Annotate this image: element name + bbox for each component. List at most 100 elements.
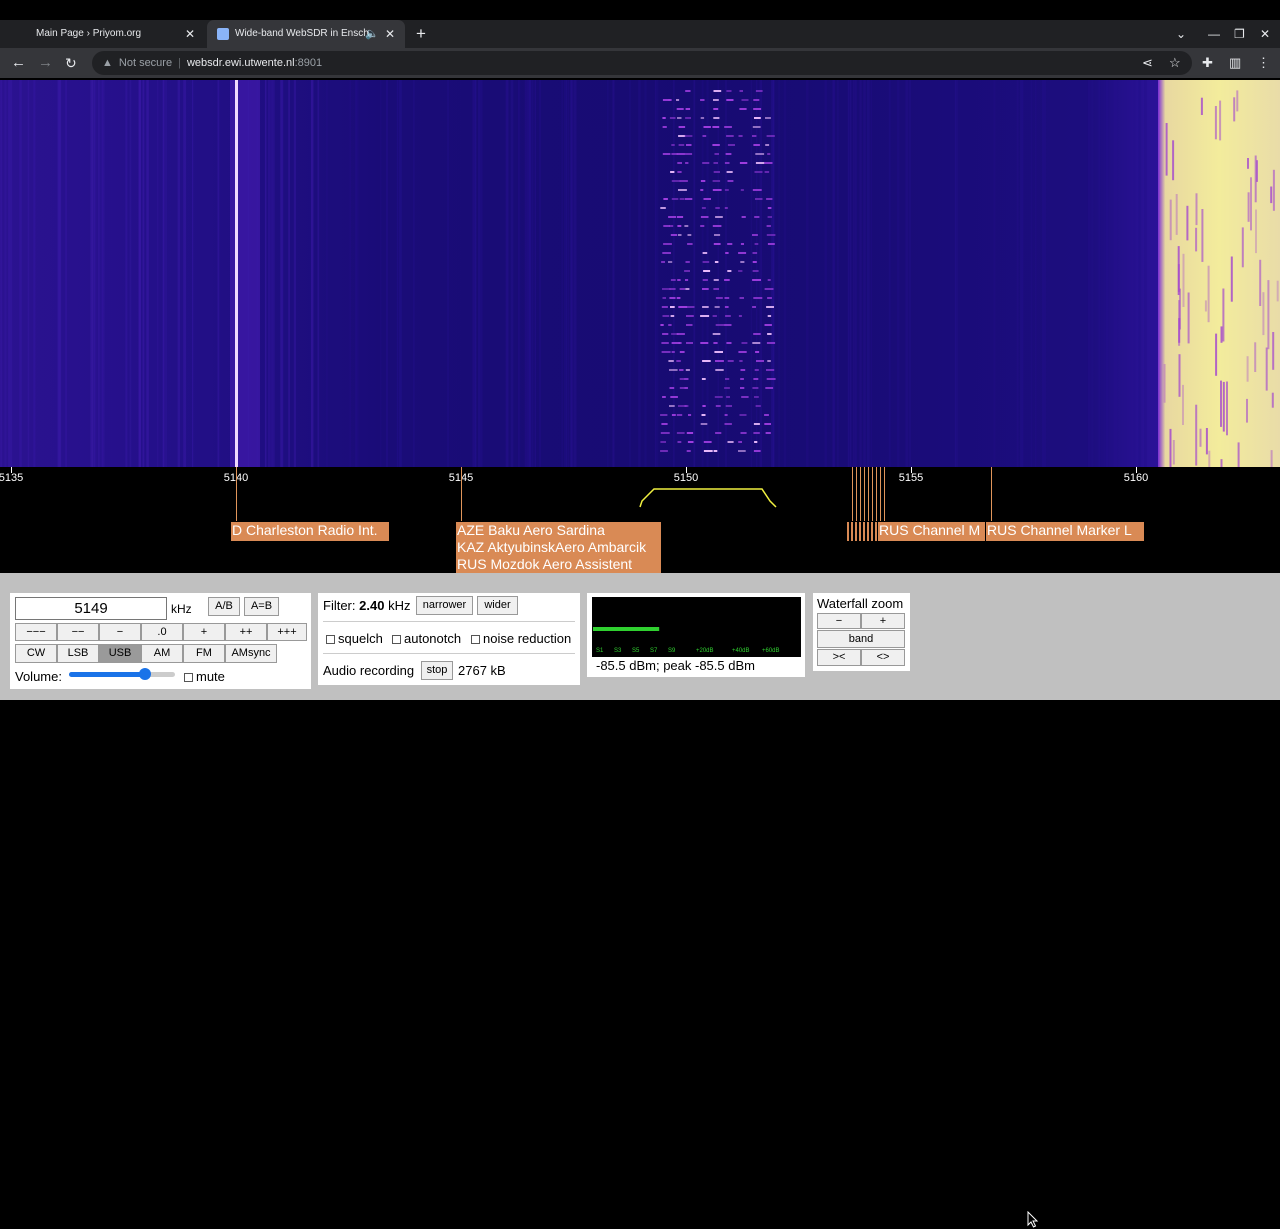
restore-icon[interactable]: ❐ (1234, 20, 1245, 48)
signal-burst (766, 225, 771, 227)
stop-recording-button[interactable]: stop (421, 661, 453, 680)
reload-icon[interactable]: ↻ (65, 48, 77, 78)
waterfall-streak (396, 80, 399, 467)
frequency-input[interactable]: 5149 (15, 597, 167, 620)
station-label-rus-m[interactable]: RUS Channel M (878, 522, 985, 541)
audio-recording-label: Audio recording (323, 663, 415, 678)
hot-streak (1250, 177, 1252, 231)
signal-burst (754, 243, 759, 245)
checkbox-box[interactable] (392, 635, 401, 644)
signal-burst (764, 414, 769, 416)
checkbox-box[interactable] (471, 635, 480, 644)
narrower-button[interactable]: narrower (416, 596, 473, 615)
squelch-checkbox[interactable]: squelch (326, 631, 383, 646)
zoom-out-button[interactable]: − (817, 613, 861, 629)
noise-reduction-checkbox[interactable]: noise reduction (471, 631, 571, 646)
signal-burst (662, 153, 671, 155)
signal-burst (725, 378, 730, 380)
waterfall-streak (474, 80, 476, 467)
waterfall-streak (847, 80, 850, 467)
signal-burst (661, 423, 668, 425)
back-icon[interactable]: ← (11, 48, 26, 78)
a-equals-b-button[interactable]: A=B (244, 597, 279, 616)
checkbox-box[interactable] (326, 635, 335, 644)
zoom-narrow-button[interactable]: >< (817, 649, 861, 666)
waterfall-streak (1030, 80, 1033, 467)
station-marker-line (860, 467, 861, 521)
signal-burst (765, 144, 770, 146)
checkbox-box[interactable] (184, 673, 193, 682)
step-up-large-button[interactable]: +++ (267, 623, 307, 641)
mode-amsync-button[interactable]: AMsync (225, 644, 277, 663)
waterfall-streak (833, 80, 836, 467)
waterfall-streak (165, 80, 167, 467)
tab-search-icon[interactable]: ⌄ (1176, 20, 1186, 48)
tab-priyom[interactable]: Main Page › Priyom.org ✕ (0, 20, 205, 48)
signal-burst (676, 297, 681, 299)
minimize-icon[interactable]: — (1208, 20, 1220, 48)
station-label-charleston[interactable]: D Charleston Radio Int. (231, 522, 389, 541)
signal-burst (739, 297, 744, 299)
mode-lsb-button[interactable]: LSB (57, 644, 99, 663)
extensions-icon[interactable]: ✚ (1202, 48, 1213, 78)
ab-button[interactable]: A/B (208, 597, 240, 616)
signal-burst (677, 279, 681, 281)
zoom-wide-button[interactable]: <> (861, 649, 905, 666)
close-window-icon[interactable]: ✕ (1260, 20, 1270, 48)
waterfall-streak (673, 80, 675, 467)
round-frequency-button[interactable]: .0 (141, 623, 183, 641)
mode-cw-button[interactable]: CW (15, 644, 57, 663)
mode-fm-button[interactable]: FM (183, 644, 225, 663)
signal-burst (686, 450, 691, 452)
frequency-scale[interactable]: 5135 5140 5145 5150 5155 5160 (0, 467, 1280, 521)
bookmark-star-icon[interactable]: ☆ (1169, 48, 1181, 78)
signal-burst (738, 450, 746, 452)
menu-icon[interactable]: ⋮ (1257, 48, 1270, 78)
step-up-medium-button[interactable]: ++ (225, 623, 267, 641)
address-bar[interactable]: ▲ Not secure | websdr.ewi.utwente.nl:8901 (92, 51, 1192, 75)
signal-burst (738, 252, 747, 254)
step-down-small-button[interactable]: − (99, 623, 141, 641)
autonotch-checkbox[interactable]: autonotch (392, 631, 461, 646)
zoom-band-button[interactable]: band (817, 630, 905, 648)
step-down-medium-button[interactable]: −− (57, 623, 99, 641)
waterfall-streak (94, 80, 96, 467)
signal-burst (753, 432, 760, 434)
waterfall-streak (129, 80, 132, 467)
station-label-rus-l[interactable]: RUS Channel Marker L (986, 522, 1144, 541)
close-icon[interactable]: ✕ (185, 20, 195, 48)
waterfall-display[interactable] (0, 80, 1280, 467)
share-icon[interactable]: ⋖ (1142, 48, 1153, 78)
station-label-aero[interactable]: AZE Baku Aero Sardina KAZ AktyubinskAero… (456, 522, 661, 573)
security-status[interactable]: Not secure (119, 57, 172, 69)
volume-slider[interactable] (69, 668, 175, 680)
signal-burst (714, 261, 719, 263)
speaker-icon[interactable]: 🔈 (365, 20, 379, 48)
signal-burst (684, 378, 689, 380)
side-panel-icon[interactable]: ▥ (1229, 48, 1241, 78)
address-separator: | (178, 57, 181, 69)
passband-indicator[interactable] (636, 485, 782, 509)
forward-icon[interactable]: → (38, 48, 53, 78)
warning-icon[interactable]: ▲ (102, 57, 113, 69)
waterfall-streak (282, 80, 284, 467)
tab-websdr[interactable]: Wide-band WebSDR in Ensch 🔈 ✕ (207, 20, 405, 48)
wider-button[interactable]: wider (477, 596, 518, 615)
volume-thumb[interactable] (139, 668, 152, 680)
close-icon[interactable]: ✕ (385, 20, 395, 48)
signal-burst (663, 243, 672, 245)
mode-usb-button[interactable]: USB (99, 644, 141, 663)
new-tab-button[interactable]: + (416, 20, 426, 48)
signal-burst (713, 99, 719, 101)
mute-checkbox[interactable]: mute (184, 669, 225, 684)
zoom-in-button[interactable]: + (861, 613, 905, 629)
signal-burst (715, 207, 720, 209)
step-up-small-button[interactable]: + (183, 623, 225, 641)
signal-burst (671, 198, 679, 200)
step-down-large-button[interactable]: −−− (15, 623, 57, 641)
station-line: RUS Mozdok Aero Assistent (457, 556, 633, 572)
mode-am-button[interactable]: AM (141, 644, 183, 663)
station-label-cluster[interactable] (847, 522, 877, 541)
hot-streak (1254, 155, 1257, 203)
waterfall-streak (863, 80, 866, 467)
